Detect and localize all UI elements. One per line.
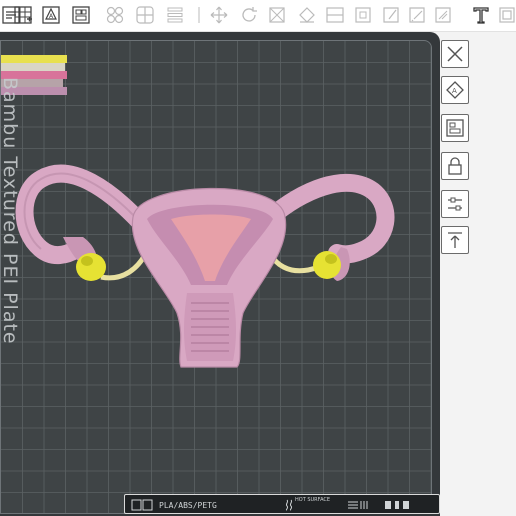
move-icon[interactable]	[208, 4, 230, 26]
toolbar-divider	[188, 4, 210, 26]
seam-paint-icon[interactable]	[380, 4, 402, 26]
uterus-model[interactable]	[1, 41, 432, 514]
plate-side-toolbar: A	[440, 36, 472, 266]
lay-on-face-icon[interactable]	[296, 4, 318, 26]
filament-type-label: PLA/ABS/PETG	[159, 500, 217, 510]
plate-code-icon	[347, 498, 375, 512]
3d-viewport[interactable]: Bambu Textured PEI Plate	[0, 32, 440, 516]
svg-text:A: A	[452, 87, 457, 95]
plate-settings-icon[interactable]	[441, 114, 469, 142]
measure-icon[interactable]	[432, 4, 454, 26]
arrange-icon[interactable]	[70, 4, 92, 26]
plate-parameters-icon[interactable]	[441, 190, 469, 218]
add-plate-icon[interactable]	[12, 4, 34, 26]
plate-info-bar: PLA/ABS/PETG HOT SURFACE	[124, 494, 440, 514]
plate-icons-group	[383, 498, 423, 512]
split-parts-icon[interactable]	[134, 4, 156, 26]
close-plate-icon[interactable]	[441, 40, 469, 68]
build-plate[interactable]: Bambu Textured PEI Plate	[0, 40, 432, 514]
layers-icon[interactable]	[164, 4, 186, 26]
rotate-icon[interactable]	[238, 4, 260, 26]
text-tool-icon[interactable]	[470, 4, 492, 26]
plate-type-icon	[131, 498, 153, 512]
move-plate-icon[interactable]	[441, 226, 469, 254]
lock-plate-icon[interactable]	[441, 152, 469, 180]
cut-icon[interactable]	[324, 4, 346, 26]
split-objects-icon[interactable]	[104, 4, 126, 26]
auto-orient-icon[interactable]: A	[40, 4, 62, 26]
slicer-window: A Bambu Textured PEI Plate A PLA/ABS/PET…	[0, 0, 516, 516]
support-paint-icon[interactable]	[352, 4, 374, 26]
hot-surface-label: HOT SURFACE	[295, 497, 331, 503]
top-toolbar: A	[0, 0, 516, 32]
scale-icon[interactable]	[266, 4, 288, 26]
auto-arrange-plate-icon[interactable]: A	[441, 76, 469, 104]
assembly-icon[interactable]	[496, 4, 516, 26]
hot-surface-icon	[285, 498, 293, 512]
color-paint-icon[interactable]	[406, 4, 428, 26]
